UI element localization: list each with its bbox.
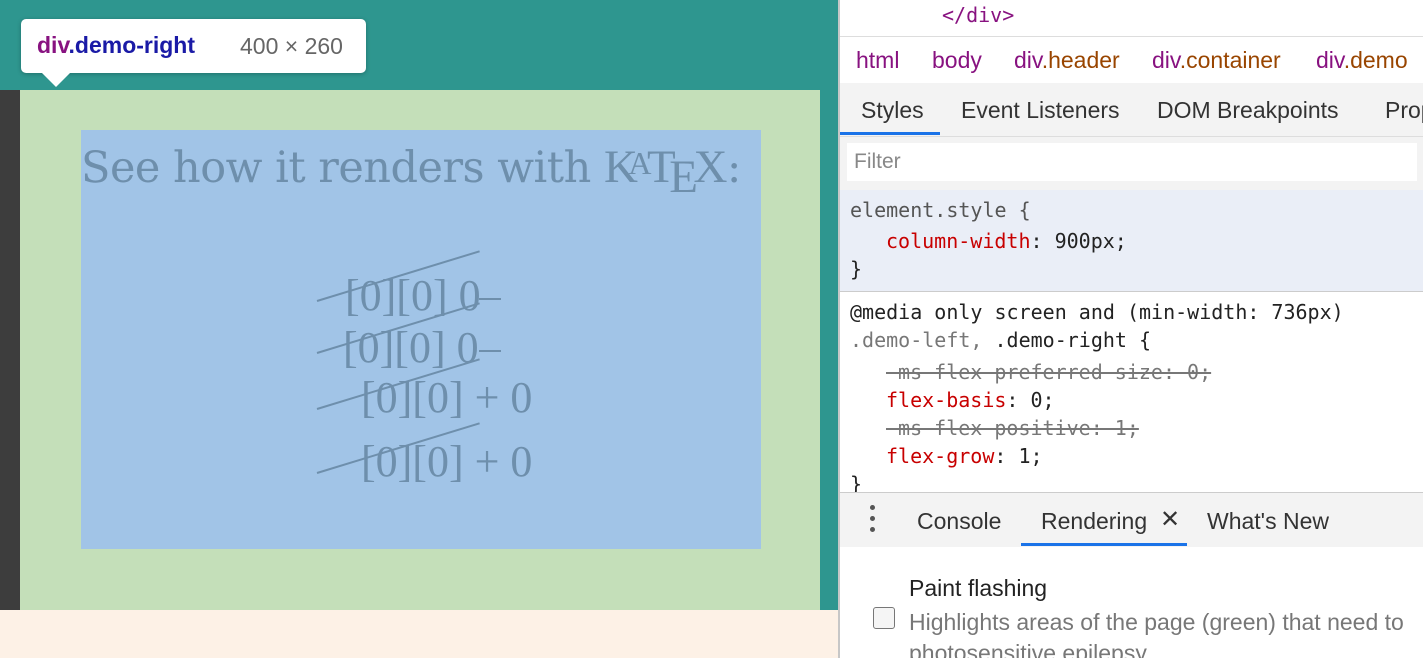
dom-breadcrumbs: html body div.header div.container div.d… bbox=[840, 36, 1423, 84]
devtools-panel: </div> html body div.header div.containe… bbox=[838, 0, 1423, 658]
media-query: @media only screen and (min-width: 736px… bbox=[850, 300, 1344, 324]
breadcrumb-body[interactable]: body bbox=[932, 47, 982, 74]
tooltip-element-size: 400 × 260 bbox=[240, 33, 343, 59]
css-declaration[interactable]: flex-basis: 0; bbox=[886, 388, 1055, 412]
breadcrumb-div-demo[interactable]: div.demo bbox=[1316, 47, 1408, 74]
math-expression: [0][0] + 0 bbox=[361, 373, 533, 422]
demo-heading: See how it renders with KATEX: bbox=[81, 140, 742, 203]
tab-event-listeners[interactable]: Event Listeners bbox=[961, 97, 1120, 124]
demo-right-content: See how it renders with KATEX: [0][0] 0 … bbox=[81, 130, 761, 549]
cancel-stroke bbox=[479, 350, 501, 352]
active-tab-indicator bbox=[840, 132, 940, 135]
breadcrumb-html[interactable]: html bbox=[856, 47, 899, 74]
rule-close-brace: } bbox=[850, 257, 863, 281]
paint-flashing-label: Paint flashing bbox=[909, 575, 1048, 601]
dom-closing-tag[interactable]: </div> bbox=[942, 3, 1014, 27]
css-declaration-overridden[interactable]: -ms-flex-positive: 1; bbox=[886, 416, 1139, 440]
breadcrumb-div-container[interactable]: div.container bbox=[1152, 47, 1281, 74]
css-declaration[interactable]: column-width: 900px; bbox=[886, 229, 1127, 253]
rule-selector[interactable]: .demo-left, .demo-right { bbox=[850, 328, 1151, 352]
katex-logo: KATEX bbox=[603, 141, 727, 203]
math-line: [0][0] + 0 bbox=[316, 358, 533, 423]
paint-flashing-checkbox[interactable] bbox=[873, 607, 895, 629]
css-declaration[interactable]: flex-grow: 1; bbox=[886, 444, 1043, 468]
page-footer-area bbox=[0, 610, 838, 658]
media-rule: @media only screen and (min-width: 736px… bbox=[840, 292, 1423, 492]
heading-colon: : bbox=[726, 143, 742, 193]
active-tab-indicator bbox=[1021, 543, 1187, 546]
math-expression: [0][0] 0 bbox=[345, 271, 481, 320]
rule-close-brace: } bbox=[850, 472, 863, 492]
tooltip-element-name: div.demo-right bbox=[37, 32, 196, 58]
demo-right-box: See how it renders with KATEX: [0][0] 0 … bbox=[20, 90, 820, 610]
close-icon[interactable]: ✕ bbox=[1160, 505, 1180, 534]
math-expression: [0][0] + 0 bbox=[361, 437, 533, 486]
element-inspect-tooltip: div.demo-right 400 × 260 bbox=[21, 19, 366, 73]
tab-rendering[interactable]: Rendering bbox=[1041, 508, 1147, 535]
styles-filter-input[interactable] bbox=[847, 143, 1417, 181]
cancel-stroke bbox=[479, 298, 501, 300]
page-viewport: See how it renders with KATEX: [0][0] 0 … bbox=[0, 0, 838, 658]
tab-whats-new[interactable]: What's New bbox=[1207, 508, 1329, 535]
paint-flashing-description: Highlights areas of the page (green) tha… bbox=[909, 609, 1404, 658]
tab-dom-breakpoints[interactable]: DOM Breakpoints bbox=[1157, 97, 1339, 124]
more-tools-icon[interactable] bbox=[870, 505, 876, 535]
styles-filter-bar bbox=[840, 137, 1423, 190]
styles-sidebar-tabs: Styles Event Listeners DOM Breakpoints P… bbox=[840, 83, 1423, 137]
drawer-tabbar: Console Rendering ✕ What's New bbox=[840, 492, 1423, 548]
tooltip-arrow bbox=[42, 73, 70, 87]
tab-properties[interactable]: Prop bbox=[1385, 97, 1423, 124]
math-line: [0][0] + 0 bbox=[316, 422, 533, 487]
tab-console[interactable]: Console bbox=[917, 508, 1001, 535]
breadcrumb-div-header[interactable]: div.header bbox=[1014, 47, 1120, 74]
css-declaration-overridden[interactable]: -ms-flex-preferred-size: 0; bbox=[886, 360, 1211, 384]
rendering-panel: Paint flashing Highlights areas of the p… bbox=[840, 547, 1423, 658]
tab-styles[interactable]: Styles bbox=[861, 97, 924, 124]
heading-text: See how it renders with bbox=[81, 143, 604, 193]
rule-selector[interactable]: element.style { bbox=[850, 198, 1031, 222]
element-style-rule: element.style { column-width: 900px; } bbox=[840, 190, 1423, 292]
page-left-gutter bbox=[0, 90, 20, 610]
math-line: [0][0] 0 bbox=[316, 250, 501, 321]
